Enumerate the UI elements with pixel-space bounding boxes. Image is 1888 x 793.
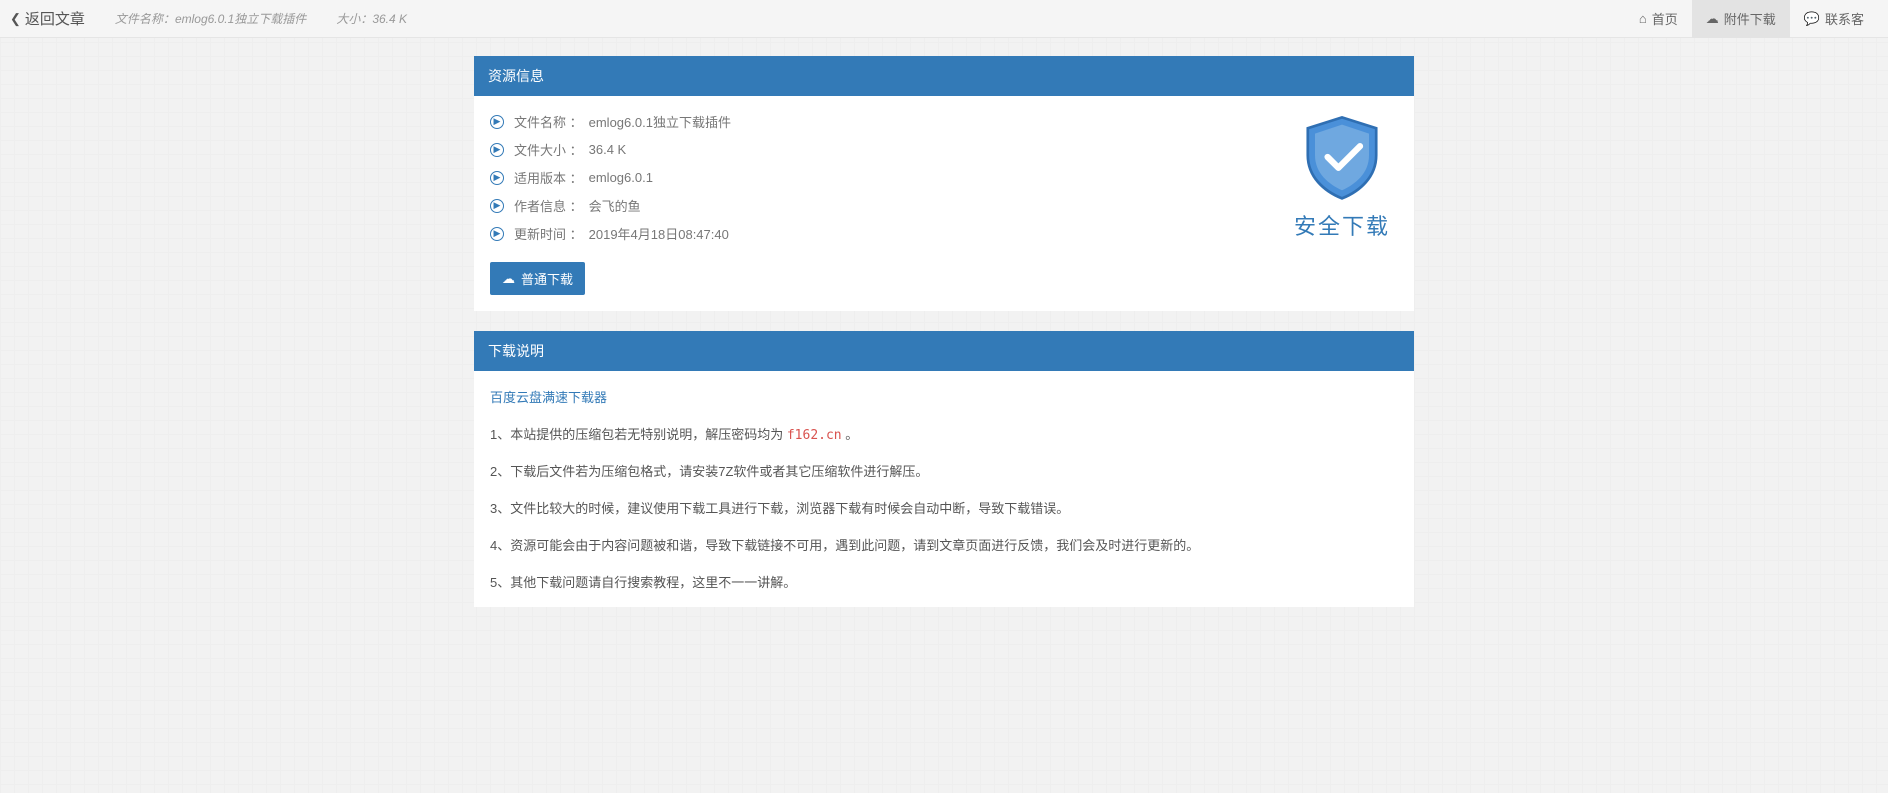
author-label: 作者信息 ： (514, 196, 583, 215)
instructions-panel: 下载说明 百度云盘满速下载器 1、本站提供的压缩包若无特别说明，解压密码均为 f… (474, 331, 1414, 607)
resource-left: ▶ 文件名称 ： emlog6.0.1独立下载插件 ▶ 文件大小 ： 36.4 … (490, 112, 731, 295)
instruction-password: f162.cn (787, 428, 842, 443)
topbar-filename-value: emlog6.0.1独立下载插件 (175, 12, 306, 26)
info-row-filename: ▶ 文件名称 ： emlog6.0.1独立下载插件 (490, 112, 731, 131)
chevron-left-icon: ❮ (10, 12, 21, 25)
topbar-filename-label: 文件名称： (115, 12, 175, 26)
filename-value: emlog6.0.1独立下载插件 (589, 112, 731, 131)
safe-download-badge: 安全下载 (1294, 112, 1390, 241)
resource-header: 资源信息 (474, 56, 1414, 96)
updated-label: 更新时间 ： (514, 224, 583, 243)
home-icon: ⌂ (1639, 12, 1647, 25)
instruction-1b: 。 (842, 427, 859, 442)
nav-attachment[interactable]: ☁ 附件下载 (1692, 0, 1790, 38)
arrow-right-icon: ▶ (490, 143, 504, 157)
instruction-line-4: 4、资源可能会由于内容问题被和谐，导致下载链接不可用，遇到此问题，请到文章页面进… (490, 535, 1398, 554)
topbar-size-label: 大小： (336, 12, 372, 26)
arrow-right-icon: ▶ (490, 171, 504, 185)
info-row-author: ▶ 作者信息 ： 会飞的鱼 (490, 196, 731, 215)
shield-icon (1297, 112, 1387, 202)
filesize-label: 文件大小 ： (514, 140, 583, 159)
info-list: ▶ 文件名称 ： emlog6.0.1独立下载插件 ▶ 文件大小 ： 36.4 … (490, 112, 731, 243)
nav-home-label: 首页 (1652, 9, 1678, 28)
topbar: ❮ 返回文章 文件名称：emlog6.0.1独立下载插件 大小：36.4 K ⌂… (0, 0, 1888, 38)
main-container: 资源信息 ▶ 文件名称 ： emlog6.0.1独立下载插件 ▶ 文件大小 ： … (474, 56, 1414, 607)
instruction-1a: 1、本站提供的压缩包若无特别说明，解压密码均为 (490, 427, 787, 442)
shield-caption: 安全下载 (1294, 209, 1390, 241)
author-value: 会飞的鱼 (589, 196, 641, 215)
info-row-filesize: ▶ 文件大小 ： 36.4 K (490, 140, 731, 159)
cloud-download-icon: ☁ (502, 272, 515, 285)
info-row-version: ▶ 适用版本 ： emlog6.0.1 (490, 168, 731, 187)
info-row-updated: ▶ 更新时间 ： 2019年4月18日08:47:40 (490, 224, 731, 243)
instruction-line-2: 2、下载后文件若为压缩包格式，请安装7Z软件或者其它压缩软件进行解压。 (490, 461, 1398, 480)
nav-home[interactable]: ⌂ 首页 (1625, 0, 1692, 38)
topbar-size: 大小：36.4 K (336, 10, 407, 27)
topbar-size-value: 36.4 K (372, 12, 407, 26)
instruction-line-1: 1、本站提供的压缩包若无特别说明，解压密码均为 f162.cn 。 (490, 424, 1398, 443)
file-meta: 文件名称：emlog6.0.1独立下载插件 大小：36.4 K (115, 10, 407, 27)
nav-right: ⌂ 首页 ☁ 附件下载 💬 联系客 (1625, 0, 1878, 38)
version-label: 适用版本 ： (514, 168, 583, 187)
topbar-filename: 文件名称：emlog6.0.1独立下载插件 (115, 10, 306, 27)
nav-attachment-label: 附件下载 (1724, 9, 1776, 28)
back-label: 返回文章 (25, 8, 85, 29)
version-value: emlog6.0.1 (589, 170, 653, 185)
nav-contact-label: 联系客 (1825, 9, 1864, 28)
cloud-download-icon: ☁ (1706, 12, 1719, 25)
arrow-right-icon: ▶ (490, 115, 504, 129)
back-button[interactable]: ❮ 返回文章 (10, 8, 85, 29)
baidu-tool-link[interactable]: 百度云盘满速下载器 (490, 390, 607, 405)
instructions-header: 下载说明 (474, 331, 1414, 371)
resource-panel: 资源信息 ▶ 文件名称 ： emlog6.0.1独立下载插件 ▶ 文件大小 ： … (474, 56, 1414, 311)
download-button-label: 普通下载 (521, 269, 573, 288)
nav-contact[interactable]: 💬 联系客 (1790, 0, 1878, 38)
download-button[interactable]: ☁ 普通下载 (490, 262, 585, 295)
instruction-line-5: 5、其他下载问题请自行搜索教程，这里不一一讲解。 (490, 572, 1398, 591)
instruction-line-3: 3、文件比较大的时候，建议使用下载工具进行下载，浏览器下载有时候会自动中断，导致… (490, 498, 1398, 517)
filename-label: 文件名称 ： (514, 112, 583, 131)
arrow-right-icon: ▶ (490, 227, 504, 241)
filesize-value: 36.4 K (589, 142, 627, 157)
arrow-right-icon: ▶ (490, 199, 504, 213)
chat-icon: 💬 (1804, 12, 1820, 25)
updated-value: 2019年4月18日08:47:40 (589, 224, 729, 243)
